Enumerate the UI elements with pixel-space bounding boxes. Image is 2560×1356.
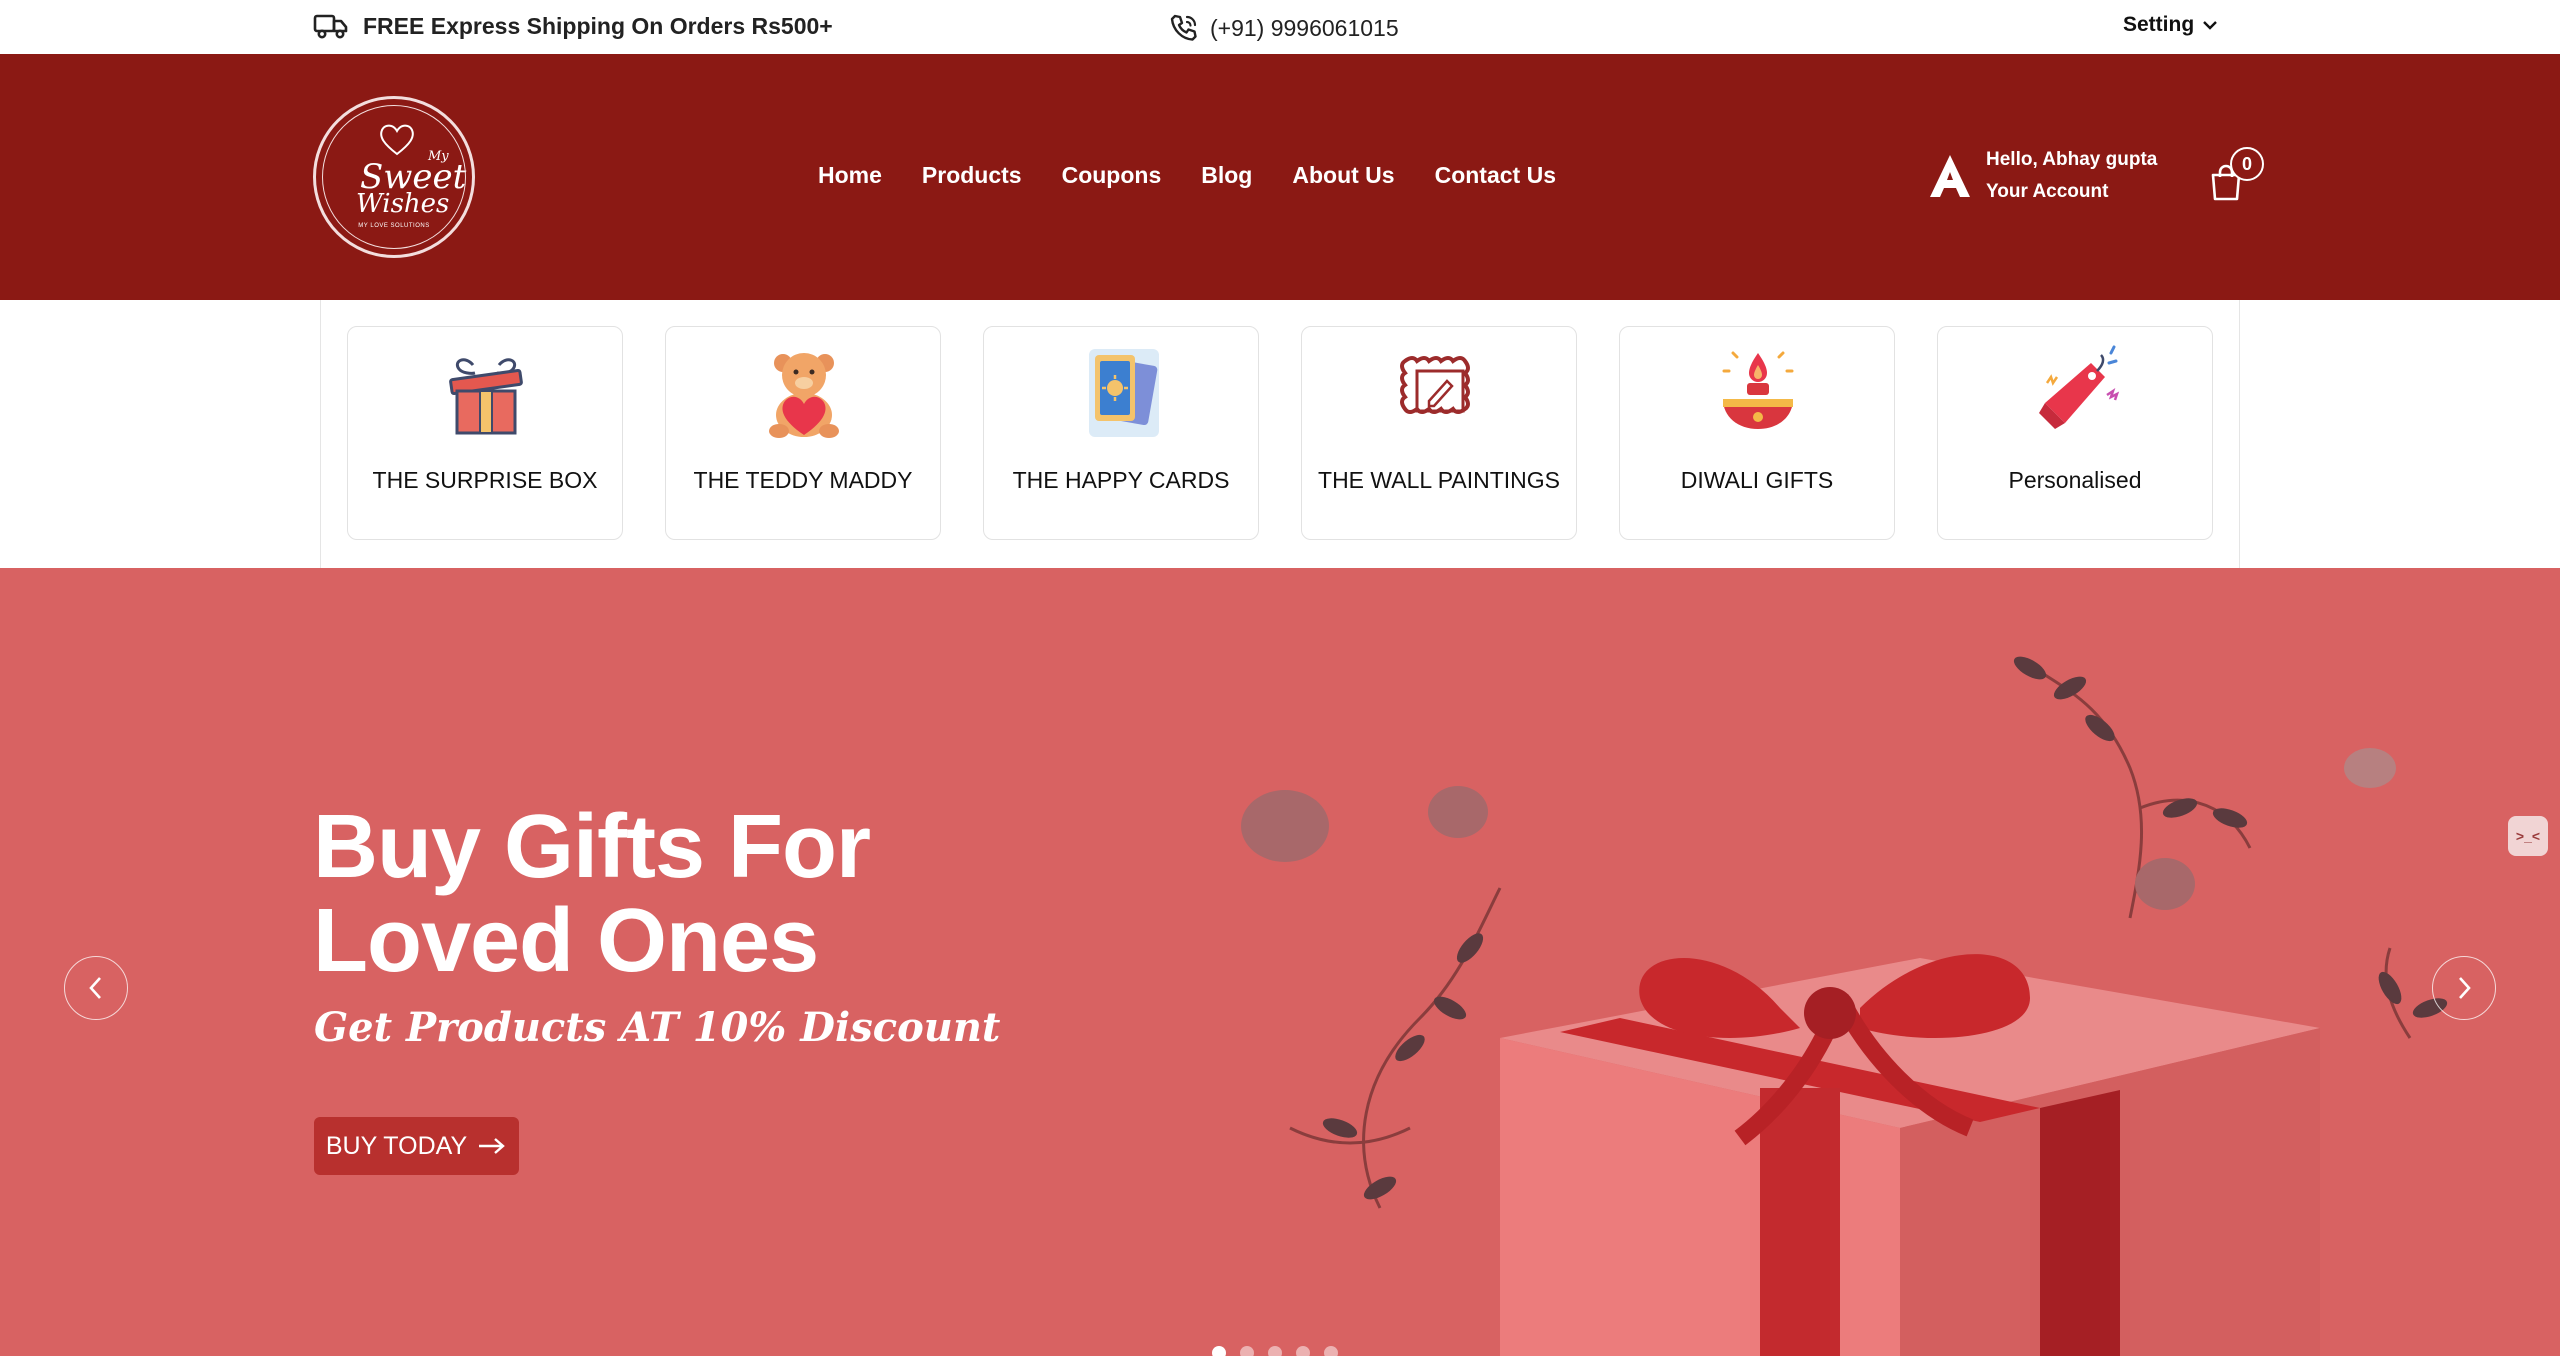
category-label: DIWALI GIFTS xyxy=(1680,467,1834,493)
hero-title-line1: Buy Gifts For xyxy=(313,797,871,897)
hero-title-line2: Loved Ones xyxy=(313,891,819,991)
buy-today-button[interactable]: BUY TODAY xyxy=(314,1117,519,1175)
nav-products[interactable]: Products xyxy=(922,162,1022,189)
category-happy-cards[interactable]: THE HAPPY CARDS xyxy=(983,326,1259,540)
slider-dot[interactable] xyxy=(1240,1346,1254,1356)
main-header: My Sweet Wishes MY LOVE SOLUTIONS Home P… xyxy=(0,54,2560,300)
category-teddy-maddy[interactable]: THE TEDDY MADDY xyxy=(665,326,941,540)
setting-label: Setting xyxy=(2123,13,2195,36)
logo-sweet: Sweet xyxy=(360,157,467,197)
hero-subtitle: Get Products AT 10% Discount xyxy=(314,1004,1001,1051)
cards-icon xyxy=(1089,349,1159,437)
nav-coupons[interactable]: Coupons xyxy=(1062,162,1162,189)
account-label: Your Account xyxy=(1986,181,2109,202)
site-logo[interactable]: My Sweet Wishes MY LOVE SOLUTIONS xyxy=(313,96,475,258)
phone-contact[interactable]: (+91) 9996061015 xyxy=(1168,12,1399,44)
shipping-text: FREE Express Shipping On Orders Rs500+ xyxy=(363,12,833,39)
buy-today-label: BUY TODAY xyxy=(325,1131,468,1160)
category-personalised[interactable]: Personalised xyxy=(1937,326,2213,540)
truck-icon xyxy=(313,14,348,39)
top-bar: FREE Express Shipping On Orders Rs500+ (… xyxy=(0,0,2560,54)
chevron-down-icon xyxy=(2203,21,2218,30)
hero-title: Buy Gifts For Loved Ones xyxy=(313,797,871,991)
slider-prev-button[interactable] xyxy=(64,956,128,1020)
gift-box-illustration xyxy=(1241,656,2448,1356)
teddy-bear-icon xyxy=(769,353,839,438)
category-diwali-gifts[interactable]: DIWALI GIFTS xyxy=(1619,326,1895,540)
shipping-notice: FREE Express Shipping On Orders Rs500+ xyxy=(313,12,833,40)
gift-box-icon xyxy=(449,358,523,435)
category-wall-paintings[interactable]: THE WALL PAINTINGS xyxy=(1301,326,1577,540)
hero-slider: Buy Gifts For Loved Ones Get Products AT… xyxy=(0,568,2560,1356)
logo-wishes: Wishes xyxy=(356,189,450,219)
account-greeting: Hello, Abhay gupta xyxy=(1986,149,2158,170)
main-nav: Home Products Coupons Blog About Us Cont… xyxy=(818,162,1556,189)
diya-icon xyxy=(1722,351,1794,429)
category-label: THE SURPRISE BOX xyxy=(372,467,598,493)
category-label: THE TEDDY MADDY xyxy=(693,467,913,493)
price-tag-icon xyxy=(2039,345,2120,429)
slider-dot[interactable] xyxy=(1212,1346,1226,1356)
slider-dot[interactable] xyxy=(1324,1346,1338,1356)
logo-my: My xyxy=(428,149,449,164)
category-label: Personalised xyxy=(2008,467,2142,493)
nav-blog[interactable]: Blog xyxy=(1201,162,1252,189)
nav-about-us[interactable]: About Us xyxy=(1292,162,1394,189)
chat-widget-icon[interactable]: >_< xyxy=(2508,816,2548,856)
category-label: THE HAPPY CARDS xyxy=(1012,467,1230,493)
slider-next-button[interactable] xyxy=(2432,956,2496,1020)
logo-tagline: MY LOVE SOLUTIONS xyxy=(358,223,430,229)
account-menu[interactable]: Hello, Abhay gupta Your Account xyxy=(1928,144,2157,208)
slider-pagination xyxy=(1212,1346,1338,1356)
painting-frame-icon xyxy=(1400,356,1470,414)
category-label: THE WALL PAINTINGS xyxy=(1318,467,1560,493)
category-surprise-box[interactable]: THE SURPRISE BOX xyxy=(347,326,623,540)
phone-icon xyxy=(1170,14,1197,41)
chevron-right-icon xyxy=(2459,977,2471,999)
chevron-left-icon xyxy=(89,977,101,999)
user-avatar-icon xyxy=(1930,155,1970,197)
slider-dot[interactable] xyxy=(1268,1346,1282,1356)
setting-dropdown[interactable]: Setting xyxy=(2123,13,2218,37)
slider-dot[interactable] xyxy=(1296,1346,1310,1356)
phone-number: (+91) 9996061015 xyxy=(1210,14,1399,41)
nav-contact-us[interactable]: Contact Us xyxy=(1435,162,1556,189)
cart-button[interactable]: 0 xyxy=(2208,147,2264,201)
cart-count-badge: 0 xyxy=(2230,147,2264,181)
arrow-right-icon xyxy=(479,1138,505,1154)
heart-icon xyxy=(380,124,414,156)
category-strip: THE SURPRISE BOX THE TEDDY MADDY THE HAP… xyxy=(320,300,2240,568)
nav-home[interactable]: Home xyxy=(818,162,882,189)
